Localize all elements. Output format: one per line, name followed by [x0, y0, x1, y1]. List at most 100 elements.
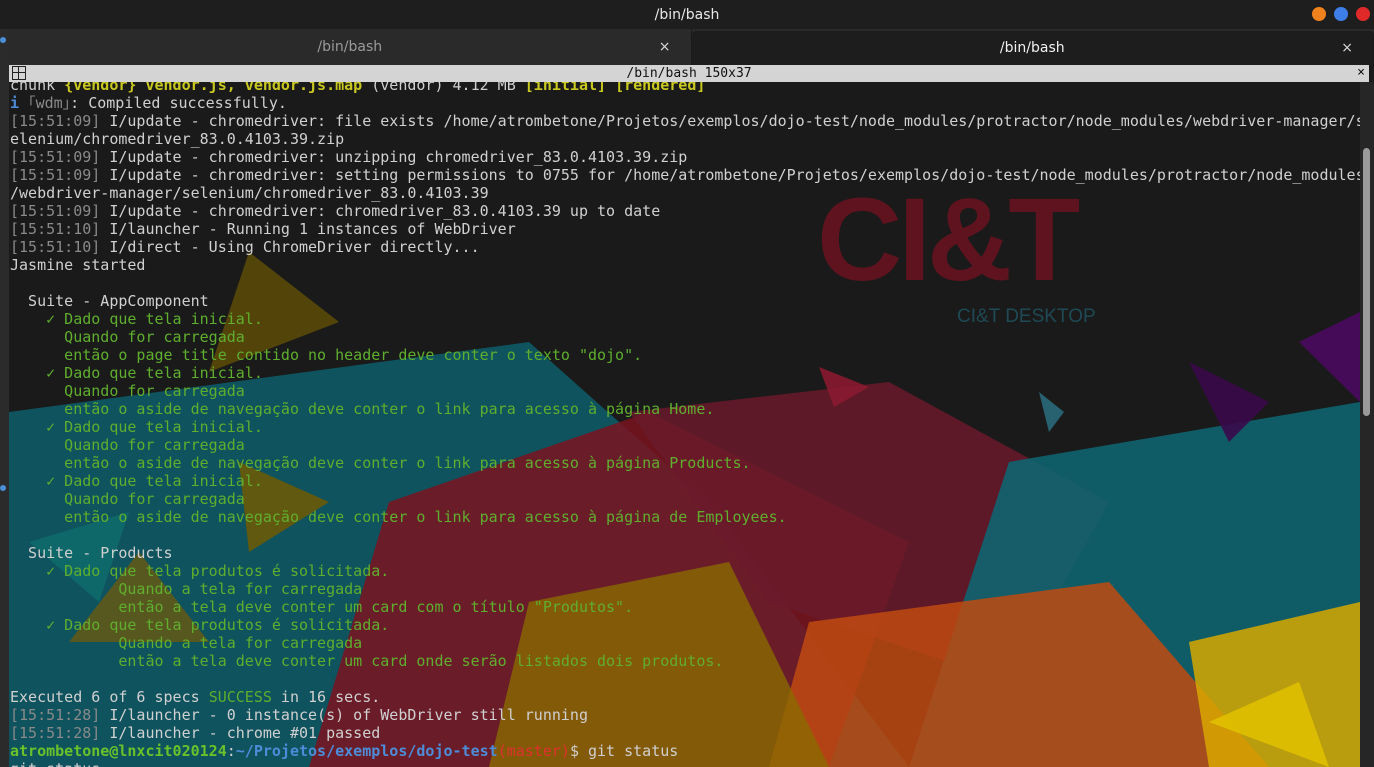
- terminal-line: Executed 6 of 6 specs SUCCESS in 16 secs…: [10, 688, 1360, 706]
- terminal-line: chunk {vendor} vendor.js, vendor.js.map …: [10, 82, 1360, 94]
- indicator-dot: [0, 485, 6, 491]
- terminal-text: ✓ Dado que tela inicial.: [10, 418, 263, 436]
- left-edge-panel: [0, 29, 9, 767]
- terminal-text: então o aside de navegação deve conter o…: [10, 454, 751, 472]
- terminal-line: Suite - Products: [10, 544, 1360, 562]
- terminal-output[interactable]: CI&T CI&T DESKTOP chunk {vendor} vendor.…: [9, 82, 1360, 767]
- window-title: /bin/bash: [654, 6, 720, 23]
- terminal-text: SUCCESS: [208, 688, 272, 706]
- terminal-text: Quando for carregada: [10, 328, 245, 346]
- split-grid-icon[interactable]: [12, 66, 26, 80]
- close-icon[interactable]: ×: [1357, 65, 1365, 80]
- terminal-text: I/update - chromedriver: unzipping chrom…: [100, 148, 688, 166]
- terminal-text: chunk: [10, 82, 65, 94]
- terminal-text: (master): [497, 742, 570, 760]
- close-window-button[interactable]: [1356, 7, 1370, 21]
- terminal-text: Quando for carregada: [10, 490, 245, 508]
- terminal-text: [15:51:09]: [10, 166, 101, 184]
- terminal-line: elenium/chromedriver_83.0.4103.39.zip: [10, 130, 1360, 148]
- terminal-line: Quando for carregada: [10, 490, 1360, 508]
- terminal-lines: chunk {vendor} vendor.js, vendor.js.map …: [10, 82, 1360, 767]
- scrollbar[interactable]: [1360, 82, 1374, 767]
- terminal-text: ✓ Dado que tela produtos é solicitada.: [10, 616, 390, 634]
- terminal-text: Quando for carregada: [10, 436, 245, 454]
- terminal-line: git status: [10, 760, 1360, 767]
- terminal-line: i ｢wdm｣: Compiled successfully.: [10, 94, 1360, 112]
- terminal-line: ✓ Dado que tela inicial.: [10, 364, 1360, 382]
- terminal-line: [15:51:28] I/launcher - 0 instance(s) of…: [10, 706, 1360, 724]
- terminal-text: git status: [10, 760, 100, 767]
- terminal-text: [15:51:28]: [10, 706, 101, 724]
- tab-bash-2[interactable]: /bin/bash ×: [691, 31, 1374, 65]
- terminal-line: [15:51:09] I/update - chromedriver: sett…: [10, 166, 1360, 184]
- terminal-text: $ git status: [569, 742, 679, 760]
- terminal-text: [initial] [rendered]: [524, 82, 706, 94]
- terminal-line: /webdriver-manager/selenium/chromedriver…: [10, 184, 1360, 202]
- terminal-text: [15:51:10]: [10, 220, 101, 238]
- terminal-line: ✓ Dado que tela produtos é solicitada.: [10, 562, 1360, 580]
- terminal-line: Quando for carregada: [10, 328, 1360, 346]
- terminal-line: Quando for carregada: [10, 382, 1360, 400]
- terminal-text: i: [10, 94, 29, 112]
- terminal-line: [15:51:09] I/update - chromedriver: chro…: [10, 202, 1360, 220]
- terminal-text: :: [226, 742, 236, 760]
- terminal-text: Suite - AppComponent: [10, 292, 209, 310]
- tab-label: /bin/bash: [999, 40, 1065, 56]
- terminal-text: Suite - Products: [10, 544, 173, 562]
- scrollbar-thumb[interactable]: [1363, 148, 1370, 416]
- terminal-line: [15:51:09] I/update - chromedriver: file…: [10, 112, 1360, 130]
- terminal-text: [15:51:10]: [10, 238, 101, 256]
- terminal-line: atrombetone@lnxcit020124:~/Projetos/exem…: [10, 742, 1360, 760]
- close-icon[interactable]: ×: [659, 39, 671, 55]
- terminal-line: [15:51:10] I/direct - Using ChromeDriver…: [10, 238, 1360, 256]
- window-controls: [1312, 7, 1370, 21]
- terminal-text: : Compiled successfully.: [70, 94, 287, 112]
- terminal-text: ｢wdm｣: [28, 94, 71, 112]
- terminal-line: ✓ Dado que tela inicial.: [10, 472, 1360, 490]
- terminal-line: então o page title contido no header dev…: [10, 346, 1360, 364]
- terminal-text: I/update - chromedriver: file exists /ho…: [100, 112, 1360, 130]
- terminal-text: ✓ Dado que tela inicial.: [10, 310, 263, 328]
- terminal-text: {vendor}: [64, 82, 146, 94]
- terminal-text: ✓ Dado que tela inicial.: [10, 364, 263, 382]
- terminal-line: ✓ Dado que tela produtos é solicitada.: [10, 616, 1360, 634]
- terminal-text: I/update - chromedriver: chromedriver_83…: [100, 202, 661, 220]
- terminal-line: Quando a tela for carregada: [10, 634, 1360, 652]
- terminal-line: [15:51:09] I/update - chromedriver: unzi…: [10, 148, 1360, 166]
- terminal-text: ✓ Dado que tela produtos é solicitada.: [10, 562, 390, 580]
- terminal-text: elenium/chromedriver_83.0.4103.39.zip: [10, 130, 345, 148]
- terminal-title: /bin/bash 150x37: [626, 66, 752, 81]
- terminal-line: então a tela deve conter um card onde se…: [10, 652, 1360, 670]
- terminal-line: [15:51:10] I/launcher - Running 1 instan…: [10, 220, 1360, 238]
- terminal-text: então o aside de navegação deve conter o…: [10, 508, 787, 526]
- maximize-button[interactable]: [1334, 7, 1348, 21]
- terminal-text: [15:51:09]: [10, 202, 101, 220]
- terminal-text: Quando a tela for carregada: [10, 634, 363, 652]
- terminal-line: ✓ Dado que tela inicial.: [10, 418, 1360, 436]
- indicator-dot: [0, 37, 6, 43]
- terminal-text: in 16 secs.: [271, 688, 381, 706]
- terminal-text: I/launcher - Running 1 instances of WebD…: [100, 220, 516, 238]
- terminal-line: então o aside de navegação deve conter o…: [10, 400, 1360, 418]
- terminal-titlebar: /bin/bash 150x37 ×: [9, 65, 1369, 82]
- terminal-text: (vendor) 4.12 MB: [362, 82, 525, 94]
- terminal-text: então a tela deve conter um card onde se…: [10, 652, 724, 670]
- terminal-line: [15:51:28] I/launcher - chrome #01 passe…: [10, 724, 1360, 742]
- terminal-text: ~/Projetos/exemplos/dojo-test: [235, 742, 498, 760]
- terminal-line: então a tela deve conter um card com o t…: [10, 598, 1360, 616]
- tab-bash-1[interactable]: /bin/bash ×: [9, 29, 692, 65]
- terminal-text: então o page title contido no header dev…: [10, 346, 643, 364]
- tab-label: /bin/bash: [317, 39, 383, 55]
- terminal-text: atrombetone@lnxcit020124: [10, 742, 227, 760]
- close-icon[interactable]: ×: [1341, 40, 1353, 56]
- terminal-text: Quando for carregada: [10, 382, 245, 400]
- terminal-text: I/update - chromedriver: setting permiss…: [100, 166, 1360, 184]
- terminal-text: então o aside de navegação deve conter o…: [10, 400, 715, 418]
- tab-bar: /bin/bash × /bin/bash ×: [9, 29, 1374, 65]
- window-titlebar: /bin/bash: [0, 0, 1374, 29]
- terminal-text: [15:51:09]: [10, 148, 101, 166]
- terminal-text: Jasmine started: [10, 256, 146, 274]
- minimize-button[interactable]: [1312, 7, 1326, 21]
- terminal-text: vendor.js, vendor.js.map: [145, 82, 363, 94]
- terminal-line: Jasmine started: [10, 256, 1360, 274]
